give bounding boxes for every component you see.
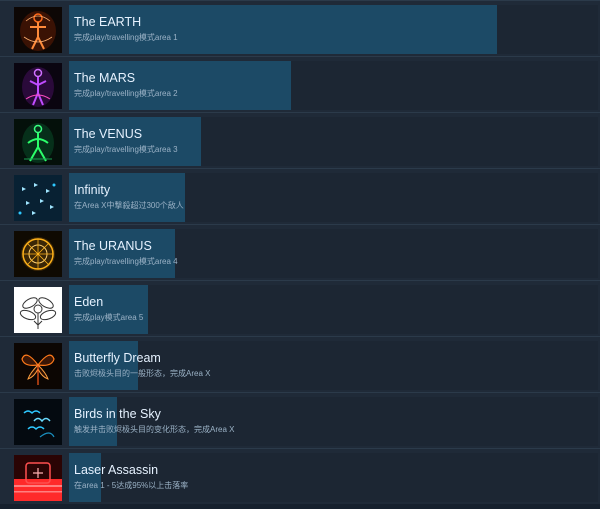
achievement-title: The VENUS — [74, 127, 143, 141]
achievement-description: 击败烬极头目的一般形态，完成Area X — [74, 369, 211, 378]
achievement-progress: The VENUS 完成play/travelling模式area 3 — [69, 117, 598, 166]
achievement-title: Butterfly Dream — [74, 351, 161, 365]
achievement-progress: The MARS 完成play/travelling模式area 2 — [69, 61, 598, 110]
achievement-description: 触发并击败烬极头目的变化形态，完成Area X — [74, 425, 235, 434]
achievement-progress: Infinity 在Area X中撃殺超过300个敌人 — [69, 173, 598, 222]
achievement-row[interactable]: Butterfly Dream 击败烬极头目的一般形态，完成Area X — [0, 336, 600, 392]
achievement-description: 完成play模式area 5 — [74, 313, 144, 322]
achievement-row[interactable]: The URANUS 完成play/travelling模式area 4 — [0, 224, 600, 280]
achievement-description: 完成play/travelling模式area 4 — [74, 257, 178, 266]
achievement-title: The URANUS — [74, 239, 152, 253]
achievement-progress: Laser Assassin 在area 1 - 5达成95%以上击落率 — [69, 453, 598, 502]
achievement-description: 完成play/travelling模式area 2 — [74, 89, 178, 98]
progress-bar — [69, 341, 138, 390]
achievement-progress: Birds in the Sky 触发并击败烬极头目的变化形态，完成Area X — [69, 397, 598, 446]
uranus-emblem-icon — [14, 231, 62, 277]
venus-figure-icon — [14, 119, 62, 165]
achievement-title: Eden — [74, 295, 104, 309]
achievement-row[interactable]: Birds in the Sky 触发并击败烬极头目的变化形态，完成Area X — [0, 392, 600, 448]
achievement-row[interactable]: The MARS 完成play/travelling模式area 2 — [0, 56, 600, 112]
achievement-list: The EARTH 完成play/travelling模式area 1 The … — [0, 0, 600, 509]
achievement-title: The EARTH — [74, 15, 142, 29]
achievement-progress: Butterfly Dream 击败烬极头目的一般形态，完成Area X — [69, 341, 598, 390]
achievement-description: 在Area X中撃殺超过300个敌人 — [74, 201, 184, 210]
achievement-title: Infinity — [74, 183, 111, 197]
earth-figure-icon — [14, 7, 62, 53]
progress-bar — [69, 285, 149, 334]
achievement-row[interactable]: The EARTH 完成play/travelling模式area 1 — [0, 0, 600, 56]
progress-bar — [69, 173, 186, 222]
achievement-description: 在area 1 - 5达成95%以上击落率 — [74, 481, 189, 490]
achievement-description: 完成play/travelling模式area 1 — [74, 33, 178, 42]
achievement-progress: The EARTH 完成play/travelling模式area 1 — [69, 5, 598, 54]
progress-bar — [69, 453, 101, 502]
birds-icon — [14, 399, 62, 445]
achievement-row[interactable]: The VENUS 完成play/travelling模式area 3 — [0, 112, 600, 168]
progress-bar — [69, 229, 175, 278]
achievement-progress: The URANUS 完成play/travelling模式area 4 — [69, 229, 598, 278]
achievement-row[interactable]: Infinity 在Area X中撃殺超过300个敌人 — [0, 168, 600, 224]
progress-bar — [69, 117, 202, 166]
achievement-progress: Eden 完成play模式area 5 — [69, 285, 598, 334]
achievement-description: 完成play/travelling模式area 3 — [74, 145, 178, 154]
achievement-row[interactable]: Eden 完成play模式area 5 — [0, 280, 600, 336]
laser-target-icon — [14, 455, 62, 501]
achievement-title: Laser Assassin — [74, 463, 159, 477]
mars-figure-icon — [14, 63, 62, 109]
progress-bar — [69, 61, 292, 110]
butterfly-icon — [14, 343, 62, 389]
eden-flower-icon — [14, 287, 62, 333]
achievement-row[interactable]: Laser Assassin 在area 1 - 5达成95%以上击落率 — [0, 448, 600, 504]
achievement-title: Birds in the Sky — [74, 407, 161, 421]
progress-bar — [69, 397, 117, 446]
infinity-swarm-icon — [14, 175, 62, 221]
progress-bar — [69, 5, 498, 54]
achievement-title: The MARS — [74, 71, 136, 85]
